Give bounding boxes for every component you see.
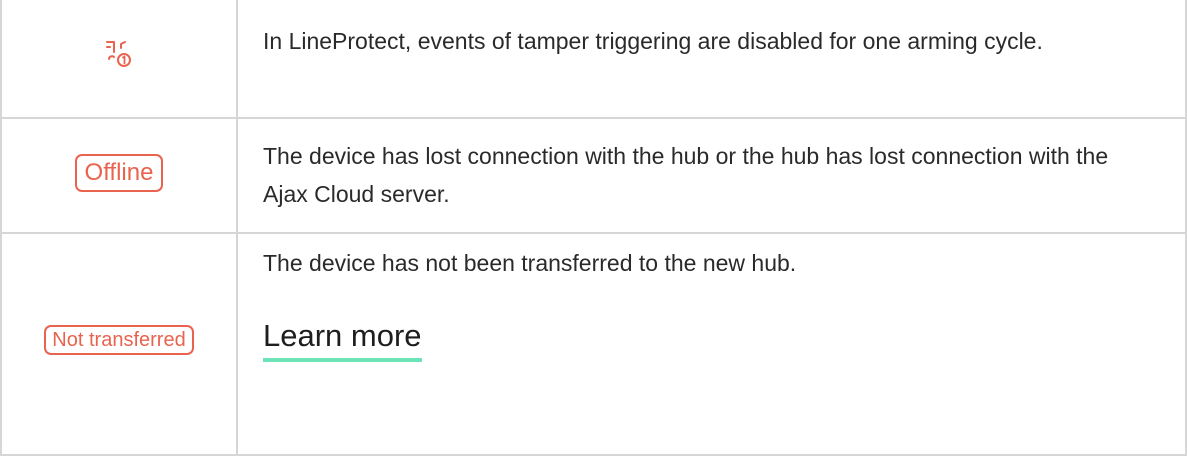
icon-cell (2, 0, 236, 117)
icon-cell: Offline (2, 119, 236, 232)
table-row: Not transferred The device has not been … (2, 234, 1185, 456)
learn-more-link[interactable]: Learn more (263, 316, 422, 362)
not-transferred-status-badge: Not transferred (44, 325, 194, 355)
tamper-disabled-once-icon (106, 40, 131, 67)
table-row: Offline The device has lost connection w… (2, 119, 1185, 234)
description-cell: The device has lost connection with the … (263, 137, 1125, 213)
table-row: In LineProtect, events of tamper trigger… (2, 0, 1185, 119)
row-description: The device has lost connection with the … (263, 143, 1109, 207)
status-icons-table: In LineProtect, events of tamper trigger… (0, 0, 1187, 456)
description-cell: In LineProtect, events of tamper trigger… (263, 22, 1125, 60)
row-description: In LineProtect, events of tamper trigger… (263, 28, 1043, 54)
column-divider (236, 0, 238, 456)
row-description: The device has not been transferred to t… (263, 250, 797, 276)
description-cell: The device has not been transferred to t… (263, 244, 1125, 362)
offline-status-badge: Offline (74, 153, 164, 192)
icon-cell: Not transferred (2, 234, 236, 454)
